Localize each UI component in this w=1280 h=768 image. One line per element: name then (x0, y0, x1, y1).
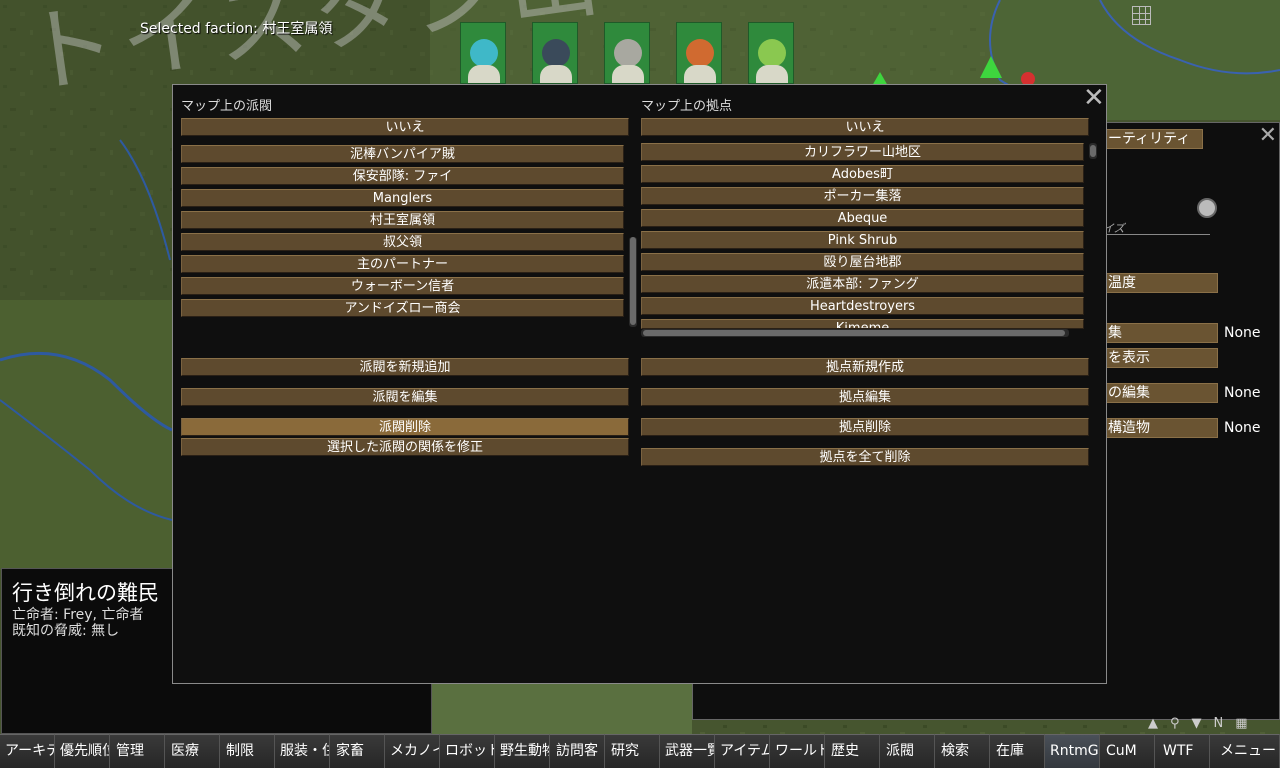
colonist-portrait[interactable] (460, 22, 506, 84)
right-row-value: None (1224, 325, 1261, 341)
tab-research[interactable]: 研究 (605, 734, 660, 768)
add-faction-button[interactable]: 派閥を新規追加 (181, 358, 629, 376)
colonist-portrait[interactable] (748, 22, 794, 84)
settlements-title: マップ上の拠点 (641, 99, 733, 114)
colonist-portrait[interactable] (532, 22, 578, 84)
tab-manage[interactable]: 管理 (110, 734, 165, 768)
colonist-bar (460, 22, 794, 84)
settlement-item[interactable]: 殴り屋台地郡 (641, 253, 1084, 271)
faction-item[interactable]: 叔父領 (181, 233, 624, 251)
settlement-item[interactable]: Heartdestroyers (641, 297, 1084, 315)
faction-item[interactable]: 泥棒バンパイア賊 (181, 145, 624, 163)
faction-item[interactable]: Manglers (181, 189, 624, 207)
tab-factions[interactable]: 派閥 (880, 734, 935, 768)
tab-restrict[interactable]: 制限 (220, 734, 275, 768)
tab-history[interactable]: 歴史 (825, 734, 880, 768)
tab-rntmgc[interactable]: RntmGC (1045, 734, 1100, 768)
faction-none-button[interactable]: いいえ (181, 118, 629, 136)
edit-faction-relations-button[interactable]: 選択した派閥の関係を修正 (181, 438, 629, 456)
edit-faction-button[interactable]: 派閥を編集 (181, 388, 629, 406)
utility-tab[interactable]: ーティリティ (1103, 129, 1203, 149)
edit-settlement-button[interactable]: 拠点編集 (641, 388, 1089, 406)
settlement-item[interactable]: Pink Shrub (641, 231, 1084, 249)
right-row-value: None (1224, 420, 1261, 436)
settlement-list[interactable]: カリフラワー山地区 Adobes町 ポーカー集落 Abeque Pink Shr… (641, 141, 1103, 339)
right-row-value: None (1224, 385, 1261, 401)
tab-items[interactable]: アイテム (715, 734, 770, 768)
settlement-list-hscrollbar[interactable] (641, 329, 1069, 337)
faction-item[interactable]: 保安部隊: ファイ (181, 167, 624, 185)
tab-architect[interactable]: アーキテ (0, 734, 55, 768)
close-icon[interactable]: ✕ (1083, 85, 1105, 111)
tab-cum[interactable]: CuM (1100, 734, 1155, 768)
tab-mechanoids[interactable]: メカノイ (385, 734, 440, 768)
faction-list[interactable]: 泥棒バンパイア賊 保安部隊: ファイ Manglers 村王室属領 叔父領 主の… (181, 143, 637, 327)
temperature-button[interactable]: 温度 (1103, 273, 1218, 293)
settlement-item[interactable]: ポーカー集落 (641, 187, 1084, 205)
tab-animals[interactable]: 家畜 (330, 734, 385, 768)
slider-handle[interactable] (1197, 198, 1217, 218)
faction-settlement-dialog: ✕ マップ上の派閥 マップ上の拠点 いいえ 泥棒バンパイア賊 保安部隊: ファイ… (172, 84, 1107, 684)
faction-list-scrollbar[interactable] (629, 237, 637, 327)
tab-apparel[interactable]: 服装・住 (275, 734, 330, 768)
tab-wildlife[interactable]: 野生動物 (495, 734, 550, 768)
right-row-button[interactable]: の編集 (1103, 383, 1218, 403)
grid-toggle-icon[interactable] (1132, 6, 1151, 25)
faction-item[interactable]: 主のパートナー (181, 255, 624, 273)
settlement-item[interactable]: カリフラワー山地区 (641, 143, 1084, 161)
delete-faction-button[interactable]: 派閥削除 (181, 418, 629, 436)
tab-search[interactable]: 検索 (935, 734, 990, 768)
colonist-portrait[interactable] (676, 22, 722, 84)
tab-menu[interactable]: メニュー (1210, 734, 1280, 768)
world-view-icons[interactable]: ▲⚲▼N▦ (1148, 716, 1260, 731)
settlement-item[interactable]: Abeque (641, 209, 1084, 227)
settlement-item[interactable]: Adobes町 (641, 165, 1084, 183)
right-row-button[interactable]: を表示 (1103, 348, 1218, 368)
tab-weapons[interactable]: 武器一覧 (660, 734, 715, 768)
tree-icon (980, 56, 1002, 78)
create-settlement-button[interactable]: 拠点新規作成 (641, 358, 1089, 376)
factions-title: マップ上の派閥 (181, 99, 273, 114)
settlement-item[interactable]: 派遣本部: ファング (641, 275, 1084, 293)
faction-item[interactable]: 村王室属領 (181, 211, 624, 229)
faction-item[interactable]: ウォーボーン信者 (181, 277, 624, 295)
selected-faction-label: Selected faction: 村王室属領 (140, 21, 333, 37)
colonist-portrait[interactable] (604, 22, 650, 84)
right-row-button[interactable]: 集 (1103, 323, 1218, 343)
main-tab-bar: アーキテ 優先順位 管理 医療 制限 服装・住 家畜 メカノイ ロボット 野生動… (0, 734, 1280, 768)
tab-wtf[interactable]: WTF (1155, 734, 1210, 768)
settlement-none-button[interactable]: いいえ (641, 118, 1089, 136)
faction-item[interactable]: アンドイズロー商会 (181, 299, 624, 317)
delete-all-settlements-button[interactable]: 拠点を全て削除 (641, 448, 1089, 466)
right-row-button[interactable]: 構造物 (1103, 418, 1218, 438)
tab-world[interactable]: ワールド (770, 734, 825, 768)
close-icon[interactable]: ✕ (1259, 123, 1277, 148)
tab-visitors[interactable]: 訪問客 (550, 734, 605, 768)
tab-priorities[interactable]: 優先順位 (55, 734, 110, 768)
tab-stock[interactable]: 在庫 (990, 734, 1045, 768)
settlement-item[interactable]: Kimeme (641, 319, 1084, 329)
delete-settlement-button[interactable]: 拠点削除 (641, 418, 1089, 436)
settlement-list-scrollbar[interactable] (1089, 143, 1097, 159)
tab-medical[interactable]: 医療 (165, 734, 220, 768)
tab-robots[interactable]: ロボット (440, 734, 495, 768)
